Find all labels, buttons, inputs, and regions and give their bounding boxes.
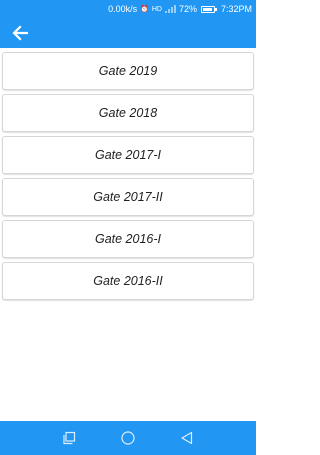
list-item-label: Gate 2017-I	[94, 148, 161, 162]
list-item[interactable]: Gate 2016-II	[2, 262, 254, 300]
home-button[interactable]	[118, 428, 138, 448]
list-item-label: Gate 2017-II	[93, 190, 163, 204]
arrow-left-icon	[12, 25, 28, 41]
list-item[interactable]: Gate 2017-II	[2, 178, 254, 216]
back-button[interactable]	[10, 23, 30, 43]
alarm-icon: ⏰	[140, 5, 149, 13]
back-triangle-icon	[181, 431, 192, 445]
nav-back-button[interactable]	[177, 428, 197, 448]
status-bar: 0.00k/s ⏰ HD 72% 7:32PM	[0, 0, 256, 18]
recent-apps-icon	[63, 431, 76, 445]
battery-percent: 72%	[178, 4, 197, 14]
home-icon	[121, 431, 135, 445]
list-item-label: Gate 2016-I	[94, 232, 161, 246]
list-item-label: Gate 2016-II	[93, 274, 163, 288]
battery-icon	[200, 5, 217, 13]
list-item[interactable]: Gate 2019	[2, 52, 254, 90]
signal-icon	[164, 5, 176, 13]
list-item[interactable]: Gate 2018	[2, 94, 254, 132]
list-item[interactable]: Gate 2016-I	[2, 220, 254, 258]
app-bar	[0, 18, 256, 48]
list-item[interactable]: Gate 2017-I	[2, 136, 254, 174]
recent-apps-button[interactable]	[59, 428, 79, 448]
list-item-label: Gate 2018	[98, 106, 158, 120]
hd-icon: HD	[151, 5, 162, 13]
system-nav-bar	[0, 421, 256, 455]
list-item-label: Gate 2019	[98, 64, 158, 78]
status-time: 7:32PM	[220, 4, 252, 14]
network-speed: 0.00k/s	[108, 4, 138, 14]
